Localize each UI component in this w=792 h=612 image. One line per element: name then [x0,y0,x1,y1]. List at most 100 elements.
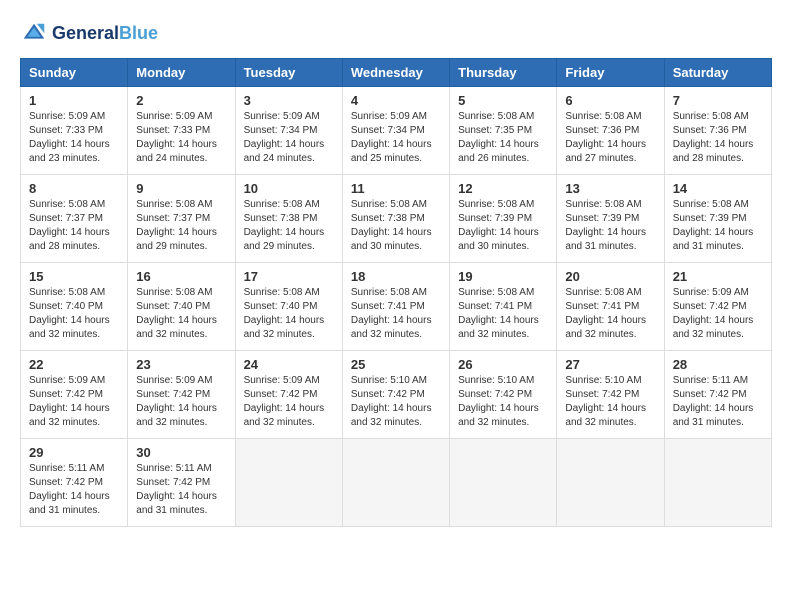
day-cell-7: 7 Sunrise: 5:08 AM Sunset: 7:36 PM Dayli… [664,87,771,175]
empty-cell [664,439,771,527]
day-number: 25 [351,357,441,372]
day-number: 18 [351,269,441,284]
header-wednesday: Wednesday [342,59,449,87]
day-info: Sunrise: 5:08 AM Sunset: 7:40 PM Dayligh… [136,286,226,342]
week-row-4: 22 Sunrise: 5:09 AM Sunset: 7:42 PM Dayl… [21,351,772,439]
day-number: 26 [458,357,548,372]
day-info: Sunrise: 5:09 AM Sunset: 7:33 PM Dayligh… [29,110,119,166]
day-number: 17 [244,269,334,284]
day-info: Sunrise: 5:08 AM Sunset: 7:40 PM Dayligh… [29,286,119,342]
day-info: Sunrise: 5:10 AM Sunset: 7:42 PM Dayligh… [565,374,655,430]
day-cell-11: 11 Sunrise: 5:08 AM Sunset: 7:38 PM Dayl… [342,175,449,263]
day-info: Sunrise: 5:08 AM Sunset: 7:38 PM Dayligh… [244,198,334,254]
day-cell-15: 15 Sunrise: 5:08 AM Sunset: 7:40 PM Dayl… [21,263,128,351]
day-info: Sunrise: 5:08 AM Sunset: 7:36 PM Dayligh… [673,110,763,166]
empty-cell [235,439,342,527]
calendar-table: SundayMondayTuesdayWednesdayThursdayFrid… [20,58,772,527]
day-number: 3 [244,93,334,108]
day-number: 1 [29,93,119,108]
day-number: 14 [673,181,763,196]
day-info: Sunrise: 5:08 AM Sunset: 7:38 PM Dayligh… [351,198,441,254]
day-number: 13 [565,181,655,196]
day-cell-6: 6 Sunrise: 5:08 AM Sunset: 7:36 PM Dayli… [557,87,664,175]
day-number: 4 [351,93,441,108]
day-info: Sunrise: 5:08 AM Sunset: 7:37 PM Dayligh… [136,198,226,254]
day-number: 2 [136,93,226,108]
day-info: Sunrise: 5:08 AM Sunset: 7:35 PM Dayligh… [458,110,548,166]
day-info: Sunrise: 5:08 AM Sunset: 7:37 PM Dayligh… [29,198,119,254]
day-number: 15 [29,269,119,284]
day-cell-27: 27 Sunrise: 5:10 AM Sunset: 7:42 PM Dayl… [557,351,664,439]
day-cell-10: 10 Sunrise: 5:08 AM Sunset: 7:38 PM Dayl… [235,175,342,263]
day-info: Sunrise: 5:08 AM Sunset: 7:39 PM Dayligh… [565,198,655,254]
day-info: Sunrise: 5:08 AM Sunset: 7:41 PM Dayligh… [351,286,441,342]
day-number: 19 [458,269,548,284]
day-number: 12 [458,181,548,196]
day-info: Sunrise: 5:09 AM Sunset: 7:34 PM Dayligh… [351,110,441,166]
day-cell-29: 29 Sunrise: 5:11 AM Sunset: 7:42 PM Dayl… [21,439,128,527]
day-number: 29 [29,445,119,460]
day-info: Sunrise: 5:09 AM Sunset: 7:33 PM Dayligh… [136,110,226,166]
day-cell-2: 2 Sunrise: 5:09 AM Sunset: 7:33 PM Dayli… [128,87,235,175]
day-number: 6 [565,93,655,108]
day-cell-1: 1 Sunrise: 5:09 AM Sunset: 7:33 PM Dayli… [21,87,128,175]
day-info: Sunrise: 5:10 AM Sunset: 7:42 PM Dayligh… [351,374,441,430]
day-cell-30: 30 Sunrise: 5:11 AM Sunset: 7:42 PM Dayl… [128,439,235,527]
week-row-1: 1 Sunrise: 5:09 AM Sunset: 7:33 PM Dayli… [21,87,772,175]
day-cell-19: 19 Sunrise: 5:08 AM Sunset: 7:41 PM Dayl… [450,263,557,351]
day-info: Sunrise: 5:11 AM Sunset: 7:42 PM Dayligh… [673,374,763,430]
day-number: 30 [136,445,226,460]
day-cell-5: 5 Sunrise: 5:08 AM Sunset: 7:35 PM Dayli… [450,87,557,175]
day-cell-25: 25 Sunrise: 5:10 AM Sunset: 7:42 PM Dayl… [342,351,449,439]
day-cell-20: 20 Sunrise: 5:08 AM Sunset: 7:41 PM Dayl… [557,263,664,351]
day-info: Sunrise: 5:09 AM Sunset: 7:42 PM Dayligh… [136,374,226,430]
header-row: SundayMondayTuesdayWednesdayThursdayFrid… [21,59,772,87]
day-number: 8 [29,181,119,196]
week-row-5: 29 Sunrise: 5:11 AM Sunset: 7:42 PM Dayl… [21,439,772,527]
day-info: Sunrise: 5:08 AM Sunset: 7:36 PM Dayligh… [565,110,655,166]
logo-icon [20,20,48,48]
day-number: 21 [673,269,763,284]
day-number: 20 [565,269,655,284]
day-number: 7 [673,93,763,108]
day-cell-21: 21 Sunrise: 5:09 AM Sunset: 7:42 PM Dayl… [664,263,771,351]
week-row-2: 8 Sunrise: 5:08 AM Sunset: 7:37 PM Dayli… [21,175,772,263]
day-info: Sunrise: 5:09 AM Sunset: 7:42 PM Dayligh… [673,286,763,342]
day-number: 10 [244,181,334,196]
day-number: 28 [673,357,763,372]
day-cell-16: 16 Sunrise: 5:08 AM Sunset: 7:40 PM Dayl… [128,263,235,351]
day-number: 9 [136,181,226,196]
day-cell-9: 9 Sunrise: 5:08 AM Sunset: 7:37 PM Dayli… [128,175,235,263]
day-cell-26: 26 Sunrise: 5:10 AM Sunset: 7:42 PM Dayl… [450,351,557,439]
day-info: Sunrise: 5:11 AM Sunset: 7:42 PM Dayligh… [29,462,119,518]
day-number: 23 [136,357,226,372]
day-info: Sunrise: 5:09 AM Sunset: 7:42 PM Dayligh… [29,374,119,430]
day-info: Sunrise: 5:11 AM Sunset: 7:42 PM Dayligh… [136,462,226,518]
day-cell-14: 14 Sunrise: 5:08 AM Sunset: 7:39 PM Dayl… [664,175,771,263]
header-sunday: Sunday [21,59,128,87]
day-info: Sunrise: 5:08 AM Sunset: 7:41 PM Dayligh… [565,286,655,342]
day-number: 27 [565,357,655,372]
day-number: 11 [351,181,441,196]
day-number: 22 [29,357,119,372]
day-cell-8: 8 Sunrise: 5:08 AM Sunset: 7:37 PM Dayli… [21,175,128,263]
header-saturday: Saturday [664,59,771,87]
day-cell-13: 13 Sunrise: 5:08 AM Sunset: 7:39 PM Dayl… [557,175,664,263]
day-number: 5 [458,93,548,108]
day-cell-18: 18 Sunrise: 5:08 AM Sunset: 7:41 PM Dayl… [342,263,449,351]
empty-cell [450,439,557,527]
day-number: 24 [244,357,334,372]
day-cell-28: 28 Sunrise: 5:11 AM Sunset: 7:42 PM Dayl… [664,351,771,439]
day-number: 16 [136,269,226,284]
day-info: Sunrise: 5:09 AM Sunset: 7:42 PM Dayligh… [244,374,334,430]
day-cell-23: 23 Sunrise: 5:09 AM Sunset: 7:42 PM Dayl… [128,351,235,439]
day-cell-17: 17 Sunrise: 5:08 AM Sunset: 7:40 PM Dayl… [235,263,342,351]
header-monday: Monday [128,59,235,87]
day-info: Sunrise: 5:08 AM Sunset: 7:40 PM Dayligh… [244,286,334,342]
week-row-3: 15 Sunrise: 5:08 AM Sunset: 7:40 PM Dayl… [21,263,772,351]
page-header: GeneralBlue [20,20,772,48]
day-cell-22: 22 Sunrise: 5:09 AM Sunset: 7:42 PM Dayl… [21,351,128,439]
logo-text: GeneralBlue [52,24,158,44]
day-info: Sunrise: 5:08 AM Sunset: 7:41 PM Dayligh… [458,286,548,342]
day-cell-12: 12 Sunrise: 5:08 AM Sunset: 7:39 PM Dayl… [450,175,557,263]
